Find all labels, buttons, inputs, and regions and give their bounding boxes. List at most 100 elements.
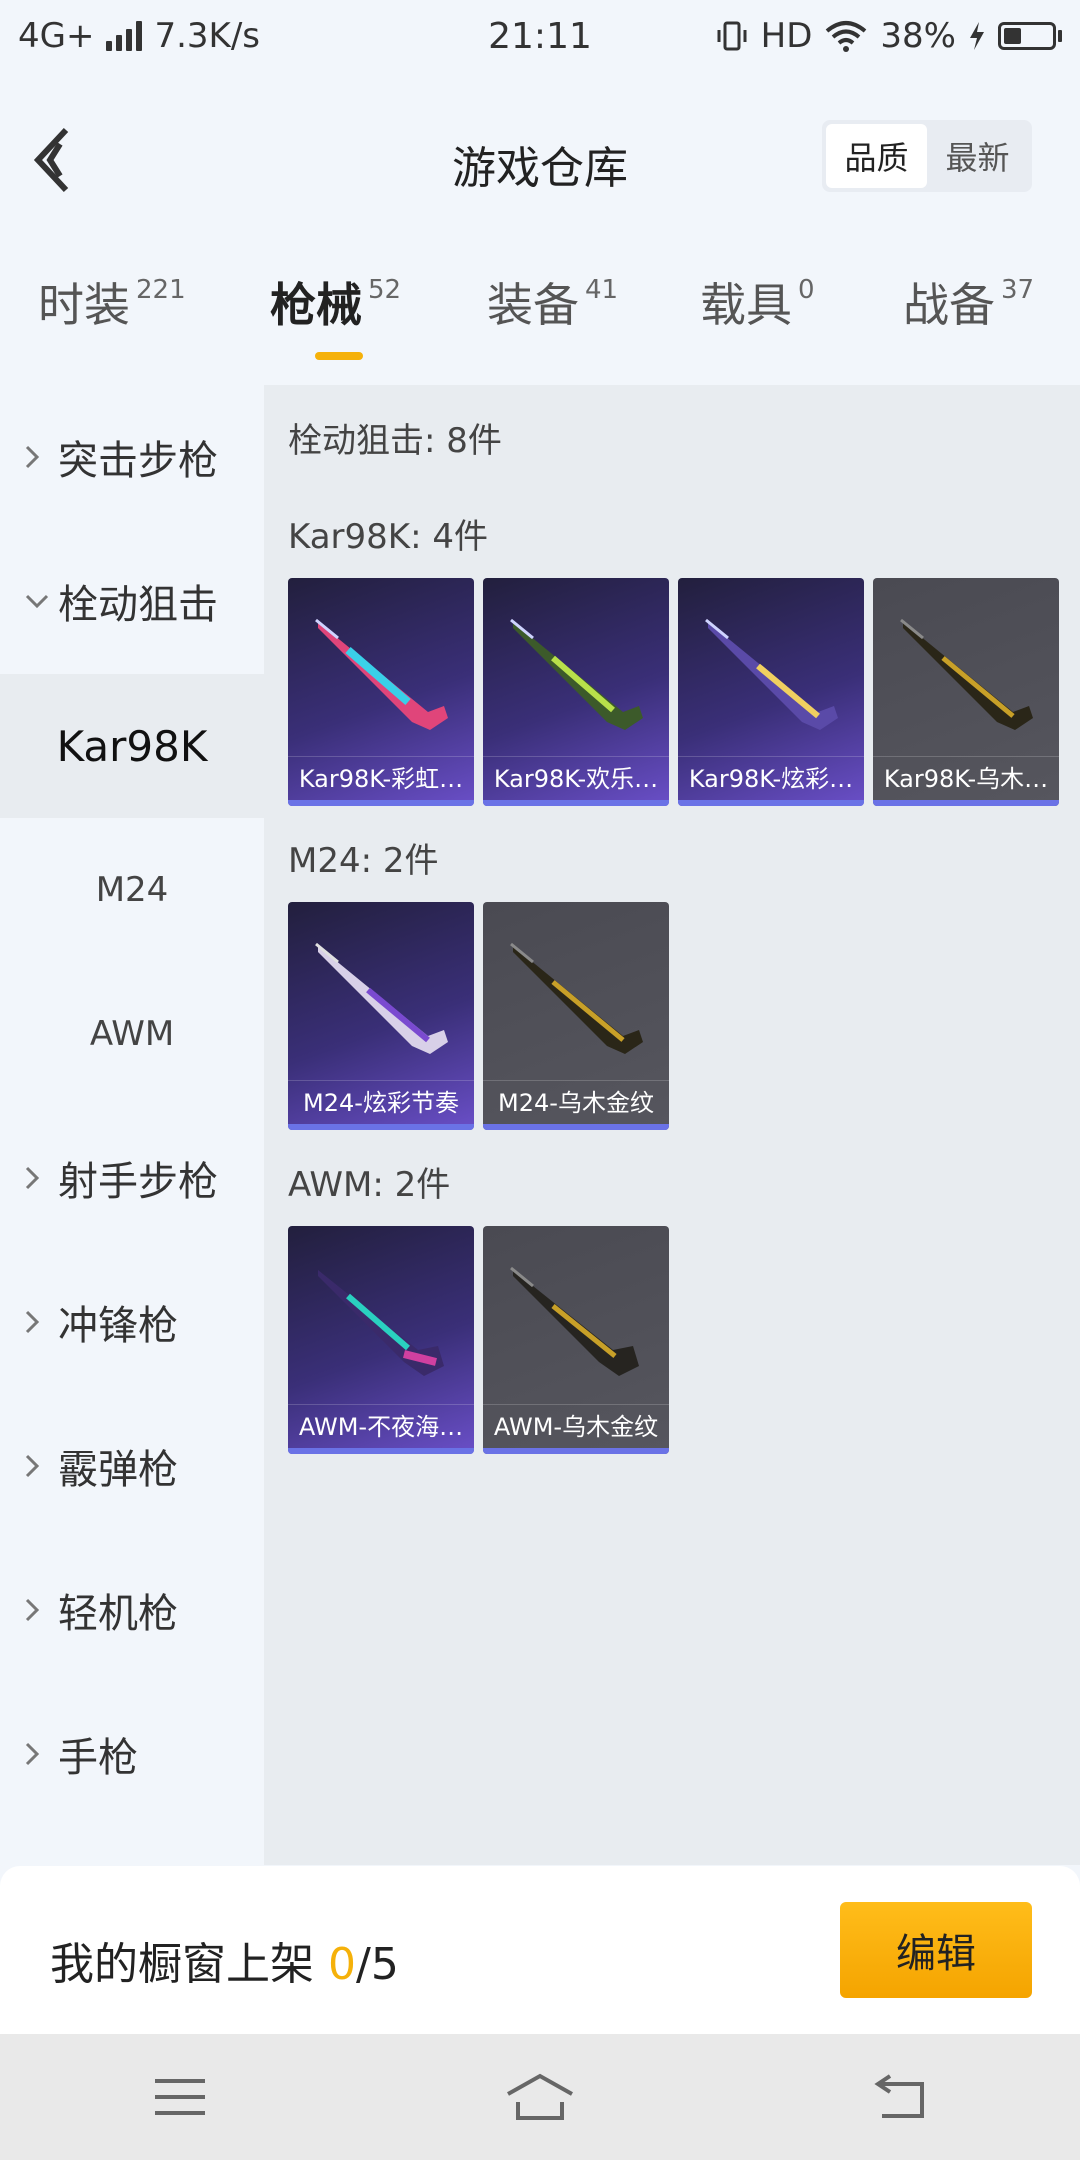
tab-label: 载具 bbox=[700, 278, 792, 332]
item-name: Kar98K-欢乐… bbox=[483, 756, 669, 800]
rarity-bar bbox=[678, 800, 864, 806]
status-bar: 4G+ 7.3K/s 21:11 HD 38% bbox=[0, 0, 1080, 72]
item-card[interactable]: Kar98K-欢乐… bbox=[483, 578, 669, 806]
sort-toggle: 品质 最新 bbox=[822, 120, 1032, 192]
item-card[interactable]: Kar98K-彩虹… bbox=[288, 578, 474, 806]
rarity-bar bbox=[483, 800, 669, 806]
item-name: Kar98K-彩虹… bbox=[288, 756, 474, 800]
sidebar-item-kar98k[interactable]: Kar98K bbox=[0, 674, 264, 818]
rifle-icon bbox=[510, 942, 643, 1054]
chevron-right-icon bbox=[22, 1163, 58, 1193]
sidebar-item-awm[interactable]: AWM bbox=[0, 962, 264, 1106]
system-nav-bar bbox=[0, 2034, 1080, 2160]
tab-count: 52 bbox=[368, 275, 402, 305]
chevron-right-icon bbox=[22, 1739, 58, 1769]
section-title: AWM: 2件 bbox=[288, 1165, 451, 1205]
item-card[interactable]: M24-炫彩节奏 bbox=[288, 902, 474, 1130]
rifle-icon bbox=[705, 618, 838, 730]
header: 游戏仓库 品质 最新 bbox=[0, 100, 1080, 220]
item-name: Kar98K-乌木… bbox=[873, 756, 1059, 800]
active-tab-indicator bbox=[315, 352, 363, 360]
back-arrow-icon bbox=[33, 127, 69, 193]
hd-indicator: HD bbox=[760, 16, 813, 56]
status-right: HD 38% bbox=[715, 16, 1062, 56]
showcase-bar: 我的橱窗上架 0/5 编辑 bbox=[0, 1866, 1080, 2034]
rarity-bar bbox=[288, 1124, 474, 1130]
tab-label: 时装 bbox=[38, 278, 130, 332]
rarity-bar bbox=[288, 1448, 474, 1454]
tab-guns[interactable]: 枪械 52 bbox=[270, 270, 401, 370]
item-content: 栓动狙击: 8件 Kar98K: 4件 Kar98K-彩虹… Kar98K-欢乐… bbox=[264, 385, 1080, 1865]
sidebar-item-label: Kar98K bbox=[56, 721, 208, 771]
tab-equipment[interactable]: 装备 41 bbox=[487, 270, 618, 370]
sidebar-item-label: 栓动狙击 bbox=[58, 582, 218, 628]
showcase-current-count: 0 bbox=[328, 1939, 356, 1990]
item-name: Kar98K-炫彩… bbox=[678, 756, 864, 800]
sidebar-item-assault-rifle[interactable]: 突击步枪 bbox=[0, 385, 264, 529]
tab-fashion[interactable]: 时装 221 bbox=[38, 270, 186, 370]
showcase-status: 我的橱窗上架 0/5 bbox=[50, 1928, 399, 1992]
sidebar-item-shotgun[interactable]: 霰弹枪 bbox=[0, 1394, 264, 1538]
item-card[interactable]: M24-乌木金纹 bbox=[483, 902, 669, 1130]
menu-icon bbox=[155, 2079, 205, 2115]
sidebar-item-label: 轻机枪 bbox=[58, 1591, 178, 1637]
tab-label: 战备 bbox=[903, 278, 995, 332]
sidebar-item-label: 突击步枪 bbox=[58, 438, 218, 484]
weapon-type-sidebar: 突击步枪 栓动狙击 Kar98K M24 AWM 射手步枪 冲锋枪 霰弹枪 轻机… bbox=[0, 385, 264, 1865]
rifle-icon bbox=[510, 1266, 639, 1376]
menu-button[interactable] bbox=[120, 2052, 240, 2142]
rifle-icon bbox=[318, 1270, 444, 1376]
back-nav-button[interactable] bbox=[840, 2052, 960, 2142]
sidebar-item-label: AWM bbox=[89, 1014, 175, 1054]
rifle-icon bbox=[900, 618, 1033, 730]
section-title: M24: 2件 bbox=[288, 841, 439, 881]
item-name: AWM-乌木金纹 bbox=[483, 1404, 669, 1448]
rifle-icon bbox=[315, 618, 448, 730]
sidebar-item-smg[interactable]: 冲锋枪 bbox=[0, 1250, 264, 1394]
sidebar-item-label: 冲锋枪 bbox=[58, 1303, 178, 1349]
tab-vehicles[interactable]: 载具 0 bbox=[700, 270, 815, 370]
chevron-right-icon bbox=[22, 1307, 58, 1337]
signal-icon bbox=[106, 21, 143, 51]
sort-quality-button[interactable]: 品质 bbox=[826, 124, 927, 188]
chevron-down-icon bbox=[22, 591, 58, 611]
network-speed: 7.3K/s bbox=[154, 16, 261, 56]
item-name: M24-炫彩节奏 bbox=[288, 1080, 474, 1124]
item-card[interactable]: Kar98K-炫彩… bbox=[678, 578, 864, 806]
sidebar-item-marksman-rifle[interactable]: 射手步枪 bbox=[0, 1106, 264, 1250]
sidebar-item-pistol[interactable]: 手枪 bbox=[0, 1682, 264, 1826]
status-left: 4G+ 7.3K/s bbox=[18, 16, 260, 56]
item-card[interactable]: Kar98K-乌木… bbox=[873, 578, 1059, 806]
tab-supplies[interactable]: 战备 37 bbox=[903, 270, 1034, 370]
item-card[interactable]: AWM-不夜海… bbox=[288, 1226, 474, 1454]
network-type: 4G+ bbox=[18, 16, 95, 56]
rifle-icon bbox=[510, 618, 643, 730]
sidebar-item-label: 手枪 bbox=[58, 1735, 138, 1781]
sidebar-item-m24[interactable]: M24 bbox=[0, 818, 264, 962]
item-card[interactable]: AWM-乌木金纹 bbox=[483, 1226, 669, 1454]
sidebar-item-label: M24 bbox=[95, 870, 169, 910]
return-icon bbox=[874, 2074, 924, 2118]
sidebar-item-bolt-sniper[interactable]: 栓动狙击 bbox=[0, 529, 264, 673]
edit-button[interactable]: 编辑 bbox=[840, 1902, 1032, 1998]
item-name: M24-乌木金纹 bbox=[483, 1080, 669, 1124]
battery-percent: 38% bbox=[880, 16, 956, 56]
tab-label: 枪械 bbox=[270, 278, 362, 332]
rarity-bar bbox=[288, 800, 474, 806]
sidebar-item-lmg[interactable]: 轻机枪 bbox=[0, 1538, 264, 1682]
battery-icon bbox=[998, 22, 1062, 50]
showcase-label: 我的橱窗上架 bbox=[50, 1939, 328, 1990]
tab-count: 41 bbox=[585, 275, 619, 305]
home-icon bbox=[507, 2073, 573, 2120]
sort-newest-button[interactable]: 最新 bbox=[927, 124, 1028, 188]
charging-icon bbox=[970, 22, 984, 50]
tab-count: 37 bbox=[1001, 275, 1035, 305]
back-button[interactable] bbox=[30, 122, 86, 198]
sidebar-item-label: 射手步枪 bbox=[58, 1159, 218, 1205]
chevron-right-icon bbox=[22, 1595, 58, 1625]
section-title: Kar98K: 4件 bbox=[288, 517, 488, 557]
showcase-total: /5 bbox=[356, 1939, 399, 1990]
category-summary: 栓动狙击: 8件 bbox=[288, 421, 502, 461]
category-tabs: 时装 221 枪械 52 装备 41 载具 0 战备 37 bbox=[0, 270, 1080, 380]
home-button[interactable] bbox=[480, 2052, 600, 2142]
